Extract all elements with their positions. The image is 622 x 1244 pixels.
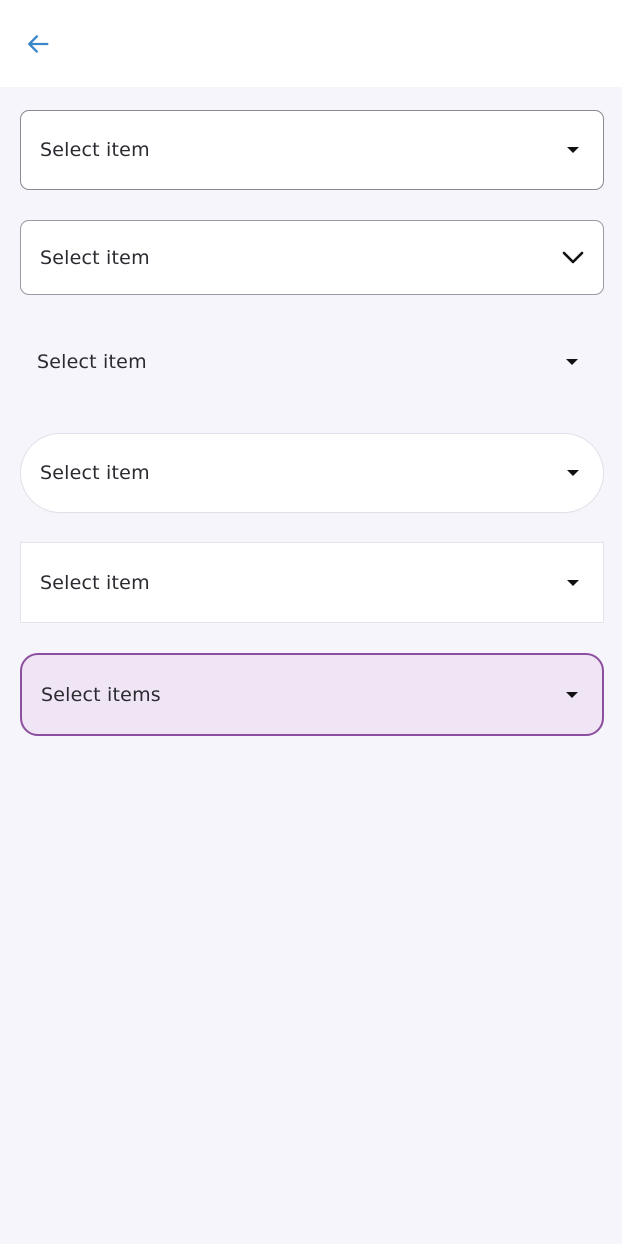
select-label: Select item — [40, 571, 150, 594]
caret-down-icon — [542, 655, 602, 734]
caret-down-icon — [543, 434, 603, 512]
select-dropdown-outlined[interactable]: Select item — [20, 110, 604, 190]
arrow-left-icon — [24, 30, 52, 58]
select-dropdown-plain[interactable]: Select item — [18, 325, 602, 399]
select-dropdown-chevron[interactable]: Select item — [20, 220, 604, 295]
app-bar — [0, 0, 622, 87]
select-dropdown-square[interactable]: Select item — [20, 542, 604, 623]
select-label: Select item — [40, 139, 150, 161]
caret-down-icon — [543, 543, 603, 622]
select-label: Select item — [40, 246, 150, 269]
select-label: Select item — [37, 351, 147, 373]
caret-down-icon — [543, 111, 603, 189]
select-dropdown-rounded[interactable]: Select item — [20, 433, 604, 513]
caret-down-icon — [542, 325, 602, 399]
chevron-down-icon — [543, 221, 603, 294]
select-label: Select items — [41, 683, 161, 706]
back-button[interactable] — [20, 26, 56, 62]
select-label: Select item — [40, 462, 150, 484]
select-dropdown-multi[interactable]: Select items — [20, 653, 604, 736]
